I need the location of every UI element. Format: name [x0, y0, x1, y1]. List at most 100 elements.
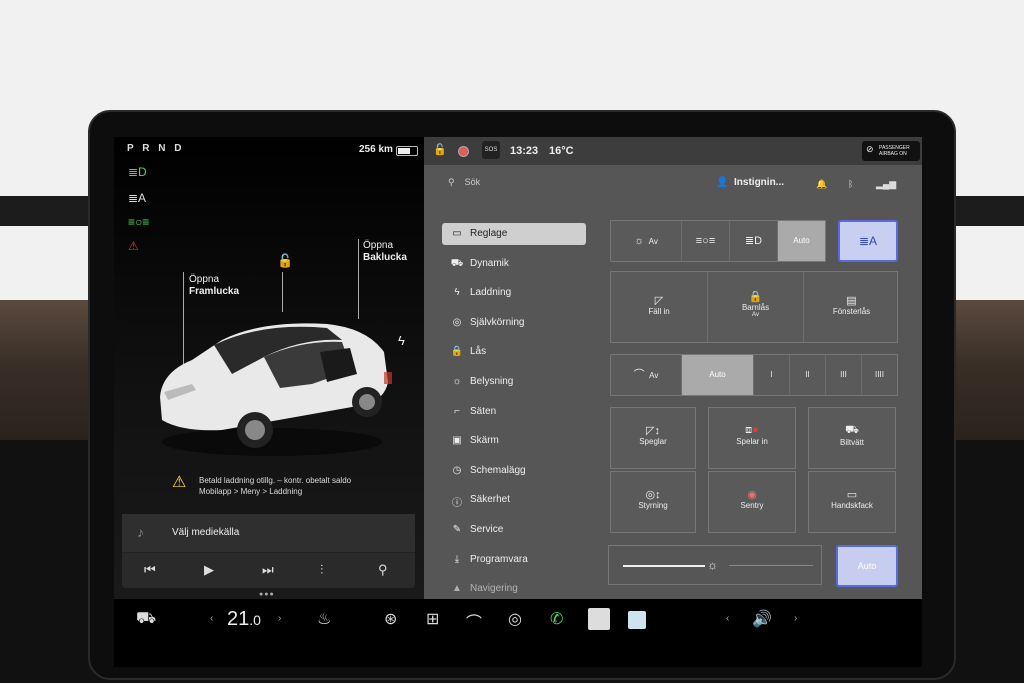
- equalizer-icon[interactable]: ⫶: [320, 562, 323, 578]
- sentry-icon: ◉: [747, 489, 757, 501]
- child-lock-icon: 🔒: [748, 291, 763, 303]
- cabin-temperature[interactable]: 21.0: [227, 608, 261, 631]
- previous-track-icon[interactable]: ⏮: [144, 562, 156, 578]
- lock-status-icon[interactable]: 🔓: [433, 143, 447, 156]
- passenger-airbag-indicator: ⊘ PASSENGER AIRBAG ON: [862, 141, 920, 161]
- download-icon: ⤓: [454, 553, 460, 565]
- sos-button[interactable]: SOS: [482, 141, 500, 159]
- menu-item[interactable]: ◎ Självkörning: [442, 312, 586, 334]
- steering-tile[interactable]: ◎↕ Styrning: [610, 471, 696, 533]
- lock-icon: 🔒: [450, 346, 464, 358]
- clock-icon: ◷: [452, 464, 462, 476]
- wipers-off-button[interactable]: ⌒ Av: [611, 355, 681, 395]
- brightness-icon: ☼: [707, 558, 718, 572]
- music-note-icon: ♪: [137, 524, 144, 540]
- lights-auto-button[interactable]: Auto: [777, 221, 825, 261]
- seat-icon: ⌐: [454, 405, 460, 417]
- lights-off-button[interactable]: ☼ Av: [611, 221, 681, 261]
- glovebox-tile[interactable]: ▭ Handskfack: [808, 471, 896, 533]
- parking-lights-icon: ≡○≡: [128, 215, 150, 229]
- phone-icon[interactable]: ✆: [550, 609, 563, 629]
- page-dots: ●●●: [259, 591, 275, 598]
- seat-heater-icon[interactable]: ♨: [317, 609, 331, 629]
- status-bar: 🔓 SOS 13:23 16°C ⊘ PASSENGER AIRBAG ON: [424, 137, 922, 165]
- charge-port-icon[interactable]: ϟ: [398, 334, 405, 347]
- car-image: [160, 323, 392, 456]
- bell-icon[interactable]: 🔔: [816, 179, 827, 190]
- lock-pointer: [282, 272, 283, 312]
- car-view-panel: P R N D 256 km ≣D ≣A ≡○≡ ⚠ Öppna Framluck…: [114, 137, 424, 599]
- alert-hint: Mobilapp > Meny > Laddning: [199, 487, 303, 496]
- wiper-controls: ⌒ Av Auto I II III IIII: [610, 354, 898, 396]
- dashcam-tile[interactable]: ⧈● Spelar in: [708, 407, 796, 469]
- menu-item[interactable]: ⌐ Säten: [442, 401, 586, 423]
- bottom-bar: ⛟ ‹ 21.0 › ♨ ⊛ ⊞ ⌒ ◎ ✆ ‹ 🔊 ›: [114, 599, 922, 667]
- low-beam-button[interactable]: ≣D: [729, 221, 777, 261]
- navigation-icon: ▲: [452, 583, 462, 595]
- temp-up-icon[interactable]: ›: [278, 613, 281, 624]
- charging-alert[interactable]: ⚠ Betald laddning otillg. – kontr. obeta…: [172, 475, 412, 497]
- car-wash-tile[interactable]: ⛟ Biltvätt: [808, 407, 896, 469]
- low-beam-icon: ≣D: [128, 165, 147, 179]
- media-source-bar[interactable]: ♪ Välj mediekälla: [122, 514, 415, 553]
- wiper-speed-1[interactable]: I: [753, 355, 789, 395]
- menu-item[interactable]: ⤓ Programvara: [442, 549, 586, 571]
- lights-control: ☼ Av ≡○≡ ≣D Auto: [610, 220, 826, 262]
- trunk-label[interactable]: Öppna Baklucka: [363, 240, 407, 264]
- menu-item[interactable]: ▲ Navigering: [442, 578, 586, 600]
- steering-heater-icon[interactable]: ◎: [508, 609, 522, 629]
- mirrors-tile[interactable]: ◸↕ Speglar: [610, 407, 696, 469]
- bluetooth-icon[interactable]: ᛒ: [848, 179, 853, 189]
- menu-item[interactable]: ◷ Schemalägg: [442, 460, 586, 482]
- frunk-label[interactable]: Öppna Framlucka: [189, 274, 239, 298]
- sentry-tile[interactable]: ◉ Sentry: [708, 471, 796, 533]
- next-track-icon[interactable]: ⏭: [262, 562, 274, 578]
- parking-lights-button[interactable]: ≡○≡: [681, 221, 729, 261]
- volume-down-icon[interactable]: ‹: [726, 613, 729, 624]
- brightness-auto-button[interactable]: Auto: [836, 545, 898, 587]
- menu-item[interactable]: ☼ Belysning: [442, 371, 586, 393]
- wipers-auto-button[interactable]: Auto: [681, 355, 753, 395]
- menu-item[interactable]: ⛟ Dynamik: [442, 253, 586, 275]
- menu-item[interactable]: ▣ Skärm: [442, 430, 586, 452]
- mirror-icon: ◸: [654, 295, 664, 307]
- rear-defrost-icon[interactable]: ⊞: [426, 609, 439, 629]
- speaker-icon[interactable]: 🔊: [752, 609, 772, 629]
- controls-panel: 🔓 SOS 13:23 16°C ⊘ PASSENGER AIRBAG ON ⚲ …: [424, 137, 922, 599]
- auto-headlights-icon: ≣A: [128, 191, 147, 205]
- brightness-slider[interactable]: ☼: [608, 545, 822, 585]
- wiper-speed-2[interactable]: II: [789, 355, 825, 395]
- wiper-speed-4[interactable]: IIII: [861, 355, 897, 395]
- unlocked-icon[interactable]: 🔓: [277, 254, 293, 267]
- wiper-speed-3[interactable]: III: [825, 355, 861, 395]
- sun-icon: ☼: [452, 375, 462, 387]
- volume-up-icon[interactable]: ›: [794, 613, 797, 624]
- menu-item[interactable]: ✎ Service: [442, 519, 586, 541]
- auto-high-beam-button[interactable]: ≣A: [838, 220, 898, 262]
- window-lock-button[interactable]: ▤ Fönsterlås: [803, 272, 899, 342]
- menu-item[interactable]: ▭ Reglage: [442, 223, 586, 245]
- profile-button[interactable]: 👤 Instignin...: [716, 177, 784, 188]
- app-launcher-icon[interactable]: [588, 608, 610, 630]
- menu-item[interactable]: 🔒 Lås: [442, 341, 586, 363]
- menu-item[interactable]: ϟ Laddning: [442, 282, 586, 304]
- dashcam-record-icon[interactable]: [458, 146, 469, 157]
- fold-mirrors-button[interactable]: ◸ Fäll in: [611, 272, 707, 342]
- front-defrost-icon[interactable]: ⊛: [384, 609, 397, 629]
- menu-item[interactable]: ⓘ Säkerhet: [442, 489, 586, 511]
- clock: 13:23: [510, 145, 539, 157]
- play-icon[interactable]: ▶: [204, 562, 214, 578]
- search-field[interactable]: ⚲ Sök: [448, 177, 480, 188]
- wiper-icon[interactable]: ⌒: [466, 609, 482, 633]
- child-lock-button[interactable]: 🔒 Barnlås Av: [707, 272, 803, 342]
- headlight-icon: ≣D: [744, 235, 763, 247]
- airbag-icon: ⊘: [866, 144, 874, 154]
- car-icon[interactable]: ⛟: [136, 609, 156, 629]
- car-wash-icon: ⛟: [845, 424, 859, 436]
- battery-icon: [396, 146, 418, 156]
- controls-icon: ▭: [452, 228, 462, 239]
- search-icon[interactable]: ⚲: [378, 562, 388, 578]
- toybox-icon[interactable]: [628, 611, 646, 629]
- temp-down-icon[interactable]: ‹: [210, 613, 213, 624]
- car-icon: ⛟: [450, 257, 464, 269]
